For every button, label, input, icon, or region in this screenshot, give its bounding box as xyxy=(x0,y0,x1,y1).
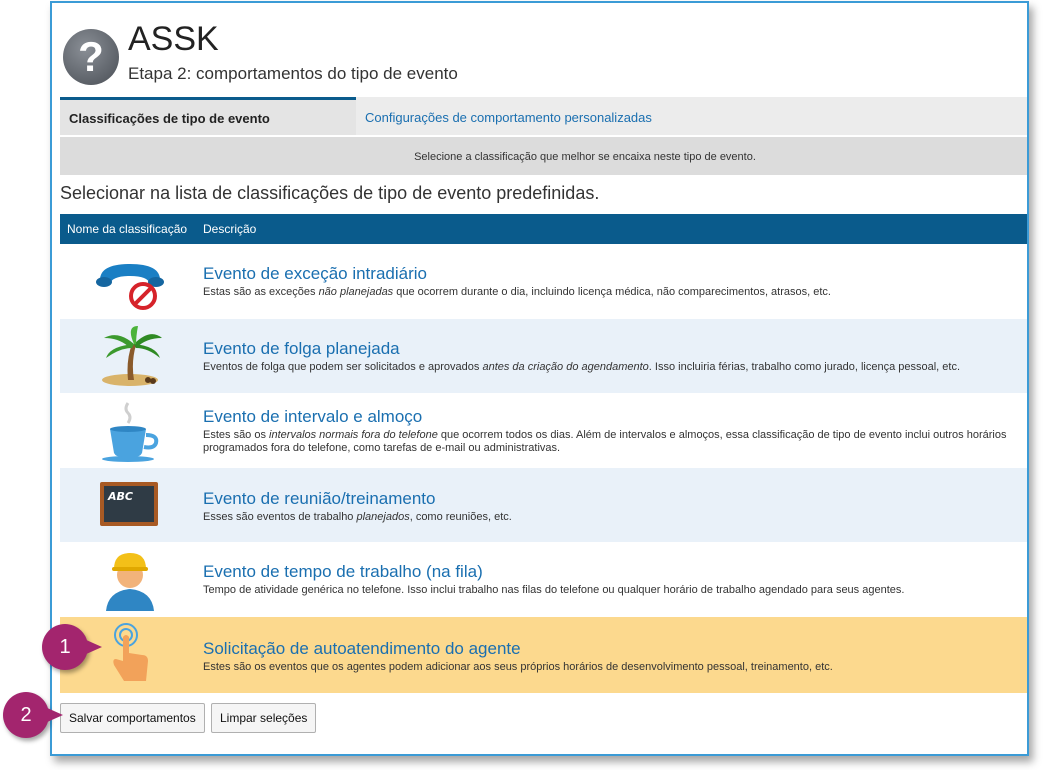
classification-row-intraday-exception[interactable]: Evento de exceção intradiário Estas são … xyxy=(60,244,1027,319)
row-description: Estes são os eventos que os agentes pode… xyxy=(203,661,833,673)
row-title: Evento de reunião/treinamento xyxy=(203,489,436,508)
row-description: Estes são os intervalos normais fora do … xyxy=(203,429,1007,454)
instruction-bar: Selecione a classificação que melhor se … xyxy=(60,137,1027,175)
worker-icon xyxy=(106,553,154,611)
classification-row-work-time[interactable]: Evento de tempo de trabalho (na fila) Te… xyxy=(60,542,1027,617)
save-behaviors-button[interactable]: Salvar comportamentos xyxy=(60,703,205,733)
event-type-window: ? ASSK Etapa 2: comportamentos do tipo d… xyxy=(50,1,1029,756)
phone-blocked-icon xyxy=(96,264,164,310)
page-title: ASSK xyxy=(128,20,219,58)
touch-hand-icon xyxy=(113,623,148,681)
clear-selections-button[interactable]: Limpar seleções xyxy=(211,703,317,733)
coffee-cup-icon xyxy=(102,402,159,462)
palm-tree-icon xyxy=(102,326,162,386)
classification-row-planned-time-off[interactable]: Evento de folga planejada Eventos de fol… xyxy=(60,319,1027,393)
row-title: Evento de folga planejada xyxy=(203,339,400,358)
row-title: Evento de tempo de trabalho (na fila) xyxy=(203,562,483,581)
page-header: ? ASSK Etapa 2: comportamentos do tipo d… xyxy=(60,17,1020,97)
row-description: Estas são as exceções não planejadas que… xyxy=(203,286,831,298)
callout-step-2: 2 xyxy=(3,692,63,738)
tab-custom-behavior-settings[interactable]: Configurações de comportamento personali… xyxy=(356,97,661,135)
page-subtitle: Etapa 2: comportamentos do tipo de event… xyxy=(128,64,458,83)
row-title: Evento de exceção intradiário xyxy=(203,264,427,283)
table-header: Nome da classificação Descrição xyxy=(60,214,1027,244)
row-description: Esses são eventos de trabalho planejados… xyxy=(203,511,512,523)
column-header-name: Nome da classificação xyxy=(67,222,188,236)
row-title: Evento de intervalo e almoço xyxy=(203,407,423,426)
section-heading: Selecionar na lista de classificações de… xyxy=(60,183,600,203)
tab-predefined-classifications[interactable]: Classificações de tipo de evento predefi… xyxy=(60,97,356,164)
chalkboard-icon: ABC xyxy=(100,482,158,526)
column-header-description: Descrição xyxy=(203,222,257,236)
row-description: Tempo de atividade genérica no telefone.… xyxy=(203,584,905,596)
instruction-text: Selecione a classificação que melhor se … xyxy=(414,151,756,163)
classification-row-agent-self-service[interactable]: Solicitação de autoatendimento do agente… xyxy=(60,617,1027,693)
tab-bar: Classificações de tipo de evento predefi… xyxy=(60,97,1027,164)
chalkboard-text: ABC xyxy=(107,490,133,503)
classification-row-break-lunch[interactable]: Evento de intervalo e almoço Estes são o… xyxy=(60,393,1027,468)
row-title: Solicitação de autoatendimento do agente xyxy=(203,639,521,658)
classification-row-meeting-training[interactable]: ABC Evento de reunião/treinamento Esses … xyxy=(60,468,1027,542)
help-question-icon: ? xyxy=(63,29,119,85)
callout-step-1: 1 xyxy=(42,624,102,670)
row-description: Eventos de folga que podem ser solicitad… xyxy=(203,361,961,373)
